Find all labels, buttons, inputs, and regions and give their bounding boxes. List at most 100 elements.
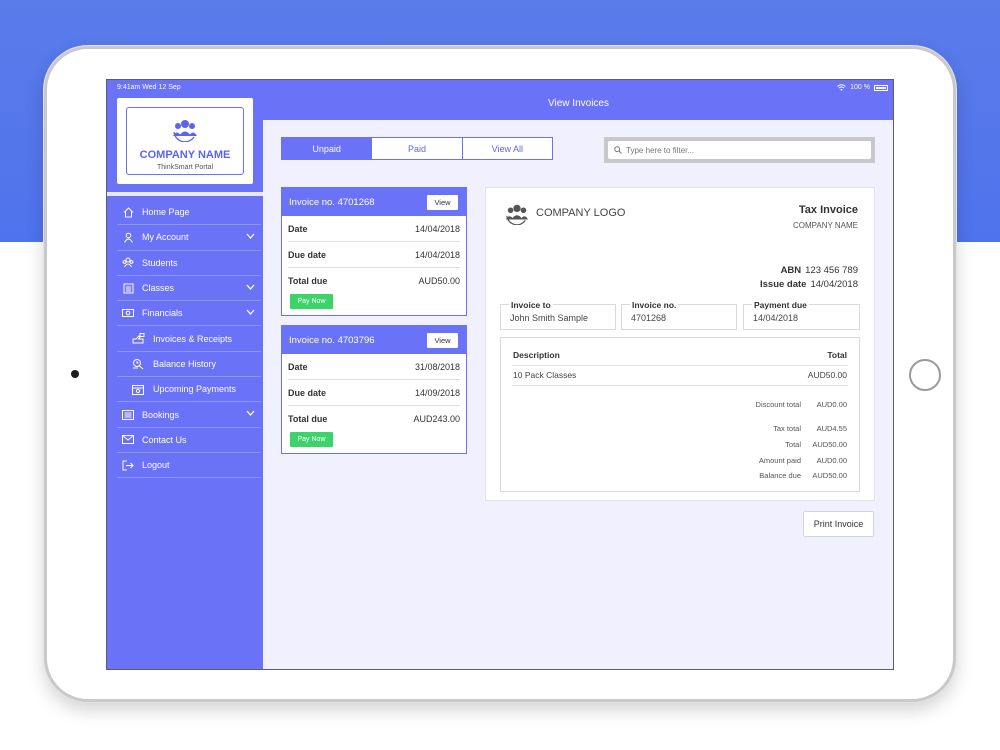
due-date-value: 14/04/2018 [414, 249, 460, 260]
field-value: 14/04/2018 [753, 313, 799, 323]
home-button[interactable] [909, 359, 941, 391]
line-items-table: Description Total 10 Pack Classes AUD50.… [500, 337, 860, 492]
chevron-down-icon[interactable] [246, 233, 255, 240]
total-due-value: AUD50.00 [418, 276, 460, 286]
company-logo: COMPANY LOGO [503, 201, 625, 225]
pay-now-button[interactable]: Pay Now [290, 294, 333, 309]
totals-label: Discount total [755, 400, 801, 409]
invoice-due-row: Due date 14/04/2018 [288, 242, 460, 268]
sidebar-menu: Home Page My Account Students Classes Fi… [117, 200, 261, 479]
calendar-icon [131, 382, 145, 396]
search-icon [614, 146, 622, 154]
sidebar-item-label: Logout [142, 460, 170, 471]
filter-input[interactable] [626, 145, 846, 155]
status-time: 9:41am Wed 12 Sep [117, 84, 181, 91]
invoice-date-row: Date 31/08/2018 [288, 354, 460, 380]
chevron-down-icon[interactable] [246, 309, 255, 316]
portal-name: ThinkSmart Portal [156, 164, 214, 171]
totals-label: Total [785, 440, 801, 449]
abn-block: ABN 123 456 789 Issue date 14/04/2018 [760, 264, 858, 292]
group-icon [505, 204, 529, 225]
totals-value: AUD0.00 [816, 400, 847, 409]
tab-paid[interactable]: Paid [372, 138, 463, 159]
invoice-total-row: Total due AUD50.00 [288, 268, 460, 294]
abn-value: 123 456 789 [805, 265, 858, 276]
sidebar-item-classes[interactable]: Classes [117, 276, 261, 302]
totals-label: Tax total [773, 424, 801, 433]
print-invoice-button[interactable]: Print Invoice [803, 511, 874, 537]
invoice-card: Invoice no. 4703796 View Date 31/08/2018… [281, 325, 467, 454]
totals-row: Amount paid AUD0.00 [721, 456, 847, 465]
sidebar-item-home[interactable]: Home Page [117, 200, 261, 226]
sidebar-item-label: Home Page [142, 207, 190, 218]
tax-invoice-title: Tax Invoice [798, 204, 858, 216]
table-header: Description Total [512, 346, 848, 366]
tab-view-all[interactable]: View All [463, 138, 552, 159]
invoice-to-field: Invoice to John Smith Sample [500, 300, 616, 330]
sidebar-item-label: Bookings [142, 409, 180, 420]
sidebar-item-label: Students [142, 257, 178, 268]
view-button[interactable]: View [427, 195, 458, 210]
chevron-down-icon[interactable] [246, 410, 255, 417]
hand-icon [131, 332, 145, 346]
battery-icon [874, 84, 888, 91]
battery-percent: 100 % [850, 84, 870, 91]
totals-row: Balance due AUD50.00 [721, 471, 847, 480]
sidebar-item-invoices-receipts[interactable]: Invoices & Receipts [117, 326, 261, 352]
pay-now-button[interactable]: Pay Now [290, 432, 333, 447]
sidebar-item-contact-us[interactable]: Contact Us [117, 428, 261, 453]
sidebar-item-bookings[interactable]: Bookings [117, 402, 261, 428]
group-icon [173, 120, 197, 143]
sidebar-item-label: Invoices & Receipts [153, 333, 233, 344]
sidebar-item-label: Contact Us [142, 434, 187, 445]
mail-icon [121, 433, 135, 447]
sidebar-item-my-account[interactable]: My Account [117, 225, 261, 251]
chevron-down-icon[interactable] [246, 284, 255, 290]
total-due-label: Total due [288, 276, 328, 286]
totals-value: AUD0.00 [816, 456, 847, 465]
due-date-label: Due date [288, 249, 327, 260]
invoice-total-row: Total due AUD243.00 [288, 406, 460, 432]
tab-unpaid[interactable]: Unpaid [282, 138, 373, 159]
column-description: Description [513, 350, 560, 360]
user-icon [121, 230, 135, 244]
bookings-icon [121, 408, 135, 422]
sidebar-item-logout[interactable]: Logout [117, 453, 261, 479]
wifi-icon [837, 84, 846, 91]
view-button[interactable]: View [427, 333, 458, 348]
company-logo-text: COMPANY LOGO [536, 207, 626, 219]
due-date-value: 14/09/2018 [414, 387, 460, 398]
home-icon [121, 205, 135, 219]
sidebar-item-label: Financials [142, 308, 183, 319]
totals-value: AUD50.00 [812, 471, 847, 480]
invoice-title: Invoice no. 4703796 [289, 334, 375, 346]
invoice-due-row: Due date 14/09/2018 [288, 380, 460, 406]
sidebar-item-label: My Account [142, 232, 189, 243]
history-icon [131, 357, 145, 371]
field-label: Invoice to [509, 300, 553, 310]
app-screen: 9:41am Wed 12 Sep COMPANY NAME ThinkSmar… [106, 79, 894, 670]
totals-row: Discount total AUD0.00 [721, 400, 847, 409]
filter-box [604, 137, 875, 163]
abn-label: ABN [780, 265, 802, 276]
column-total: Total [827, 350, 847, 360]
page-title: View Invoices [548, 98, 609, 109]
date-label: Date [288, 223, 308, 234]
sidebar-divider [107, 192, 263, 196]
field-label: Payment due [752, 300, 809, 310]
issue-date-value: 14/04/2018 [810, 279, 858, 290]
totals-label: Balance due [759, 471, 801, 480]
sidebar-item-financials[interactable]: Financials [117, 301, 261, 327]
total-due-value: AUD243.00 [413, 414, 460, 424]
header-bar: 100 % View Invoices [263, 80, 893, 120]
invoice-no-field: Invoice no. 4701268 [621, 300, 737, 330]
sidebar-item-upcoming-payments[interactable]: Upcoming Payments [117, 377, 261, 403]
sidebar-item-students[interactable]: Students [117, 251, 261, 276]
tax-invoice-panel: COMPANY LOGO Tax Invoice COMPANY NAME AB… [485, 187, 875, 501]
due-date-label: Due date [288, 387, 327, 398]
sidebar-item-balance-history[interactable]: Balance History [117, 352, 261, 378]
totals-value: AUD4.55 [816, 424, 847, 433]
logout-icon [121, 458, 135, 472]
field-value: John Smith Sample [510, 313, 589, 323]
tax-invoice-company: COMPANY NAME [792, 221, 858, 230]
